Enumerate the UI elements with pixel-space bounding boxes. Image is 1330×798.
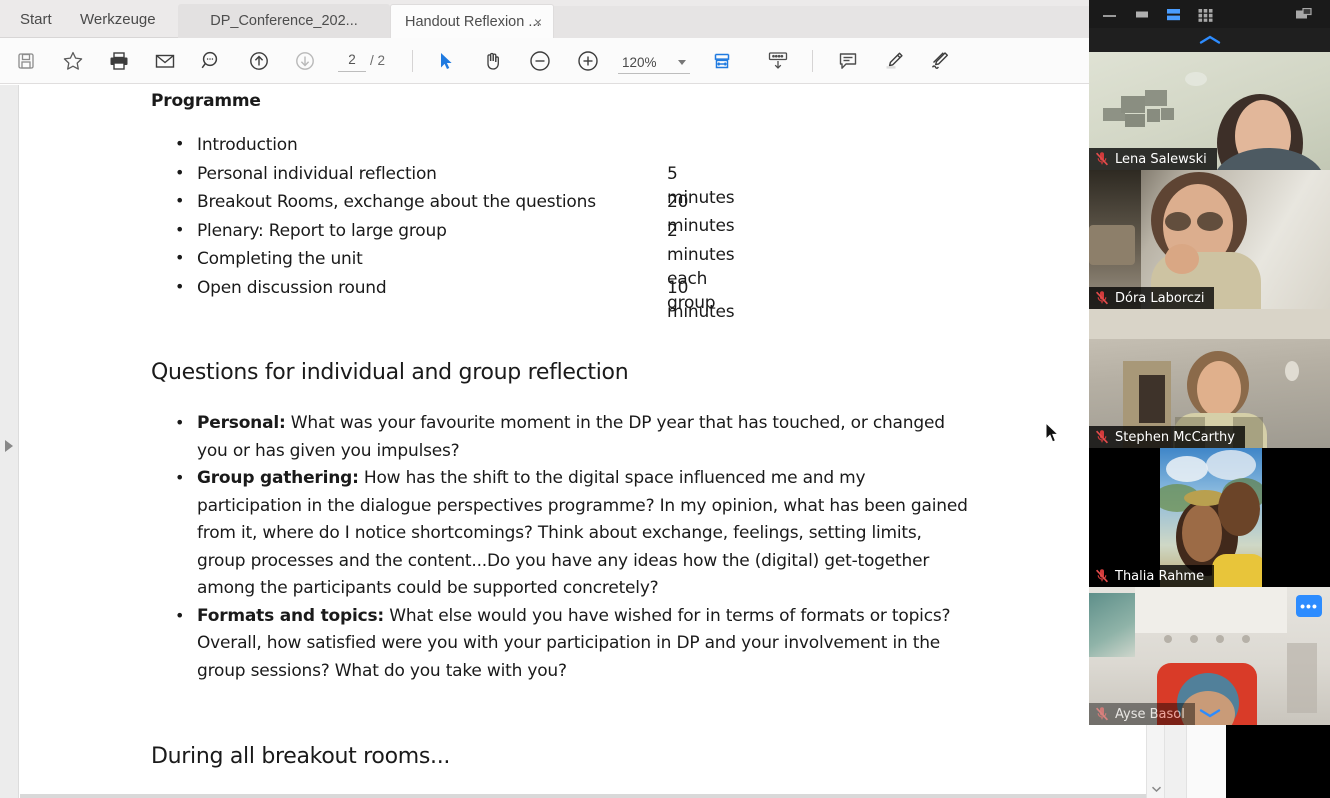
programme-item: Personal individual reflection5 minutes — [151, 161, 735, 208]
page-down-icon[interactable] — [290, 46, 320, 76]
question-lead: Group gathering: — [197, 468, 359, 488]
toolbar-divider-2 — [812, 50, 813, 72]
participant-name: Stephen McCarthy — [1115, 429, 1235, 445]
select-cursor-icon[interactable] — [432, 46, 462, 76]
comment-icon[interactable] — [833, 46, 863, 76]
pdf-reader-with-zoom-overlay: Start Werkzeuge DP_Conference_202... Han… — [0, 0, 1330, 798]
zoom-level-select[interactable]: 120% — [618, 52, 690, 74]
programme-item: Completing the unit — [151, 246, 596, 276]
participant-name-badge: Stephen McCarthy — [1089, 426, 1245, 448]
search-icon[interactable] — [196, 46, 226, 76]
microphone-muted-icon — [1095, 430, 1109, 444]
question-lead: Formats and topics: — [197, 605, 384, 626]
more-options-icon[interactable]: ••• — [1296, 595, 1322, 617]
tab-dp-conference-label: DP_Conference_202... — [210, 13, 358, 29]
menu-item-start[interactable]: Start — [16, 0, 56, 38]
tab-handout-reflexion[interactable]: Handout Reflexion ... × — [390, 4, 554, 38]
breakout-heading: During all breakout rooms... — [151, 744, 451, 769]
microphone-muted-icon — [1095, 152, 1109, 166]
participant-tile-thalia[interactable]: Thalia Rahme — [1089, 448, 1330, 587]
toolbar-divider-1 — [412, 50, 413, 72]
tab-dp-conference[interactable]: DP_Conference_202... — [178, 4, 390, 38]
page-number-input[interactable]: 2 — [338, 52, 366, 72]
participant-tile-lena[interactable]: Lena Salewski — [1089, 52, 1330, 170]
gallery-view-icon[interactable] — [1197, 8, 1215, 22]
programme-item-duration: 10 minutes — [667, 277, 735, 322]
participant-name: Thalia Rahme — [1115, 568, 1205, 584]
menu-item-werkzeuge-label: Werkzeuge — [80, 10, 156, 28]
print-icon[interactable] — [104, 46, 134, 76]
programme-list: Introduction Personal individual reflecti… — [151, 132, 735, 322]
expand-participants-icon[interactable] — [1089, 701, 1330, 725]
pdf-page: Programme Introduction Personal individua… — [20, 85, 1146, 798]
scroll-down-icon[interactable] — [1147, 780, 1165, 798]
programme-item: Plenary: Report to large group2 minutes … — [151, 218, 735, 313]
star-icon[interactable] — [58, 46, 88, 76]
participant-name: Lena Salewski — [1115, 151, 1207, 167]
participant-name-badge: Lena Salewski — [1089, 148, 1217, 170]
maximize-icon[interactable] — [1133, 8, 1151, 20]
programme-item-label: Plenary: Report to large group — [197, 220, 447, 241]
chevron-down-icon — [678, 60, 686, 65]
participant-name-badge: Dóra Laborczi — [1089, 287, 1215, 309]
question-item: Formats and topics: What else would you … — [151, 602, 971, 686]
question-body: What was your favourite moment in the DP… — [197, 413, 945, 461]
hand-pan-icon[interactable] — [478, 46, 508, 76]
picture-in-picture-icon[interactable] — [1294, 8, 1314, 22]
programme-item-label: Open discussion round — [197, 277, 387, 298]
question-item: Group gathering: How has the shift to th… — [151, 464, 971, 603]
question-lead: Personal: — [197, 413, 286, 433]
email-icon[interactable] — [150, 46, 180, 76]
participant-name-badge: Thalia Rahme — [1089, 565, 1215, 587]
programme-item-label: Personal individual reflection — [197, 163, 437, 184]
programme-item-label: Completing the unit — [197, 249, 363, 269]
programme-item: Breakout Rooms, exchange about the quest… — [151, 189, 735, 236]
speaker-view-icon[interactable] — [1165, 8, 1183, 22]
programme-item-label: Breakout Rooms, exchange about the quest… — [197, 192, 596, 212]
save-icon[interactable] — [11, 46, 41, 76]
page-up-icon[interactable] — [244, 46, 274, 76]
questions-list: Personal: What was your favourite moment… — [151, 409, 1031, 686]
close-icon[interactable]: × — [531, 15, 545, 29]
page-total-label: / 2 — [370, 53, 386, 68]
expand-navigation-pane-icon[interactable] — [5, 440, 13, 452]
highlight-pen-icon[interactable] — [879, 46, 909, 76]
zoom-window-titlebar — [1089, 0, 1330, 28]
participant-tile-stephen[interactable]: Stephen McCarthy — [1089, 309, 1330, 448]
tab-handout-reflexion-label: Handout Reflexion ... — [405, 13, 541, 30]
programme-item: Open discussion round 10 minutes — [151, 275, 735, 322]
page-title: Programme — [151, 91, 261, 111]
collapse-participants-icon[interactable] — [1089, 28, 1330, 52]
microphone-muted-icon — [1095, 569, 1109, 583]
zoom-meeting-panel: Lena Salewski Dóra Laborczi Stephen McCa… — [1089, 0, 1330, 725]
question-item: Personal: What was your favourite moment… — [151, 409, 971, 465]
questions-heading: Questions for individual and group refle… — [151, 360, 629, 385]
keyboard-icon[interactable] — [763, 46, 793, 76]
microphone-muted-icon — [1095, 291, 1109, 305]
programme-item: Introduction — [151, 132, 596, 162]
fit-page-icon[interactable] — [707, 46, 737, 76]
menu-item-start-label: Start — [20, 10, 52, 28]
zoom-in-icon[interactable] — [573, 46, 603, 76]
participant-name: Dóra Laborczi — [1115, 290, 1205, 306]
participant-tile-dora[interactable]: Dóra Laborczi — [1089, 170, 1330, 309]
signature-icon[interactable] — [925, 46, 955, 76]
page-divider — [20, 794, 1146, 798]
navigation-pane — [0, 85, 19, 798]
programme-item-label: Introduction — [197, 135, 298, 155]
zoom-out-icon[interactable] — [525, 46, 555, 76]
minimize-icon[interactable] — [1101, 8, 1119, 20]
zoom-level-value: 120% — [622, 55, 657, 70]
menu-item-werkzeuge[interactable]: Werkzeuge — [76, 0, 160, 38]
